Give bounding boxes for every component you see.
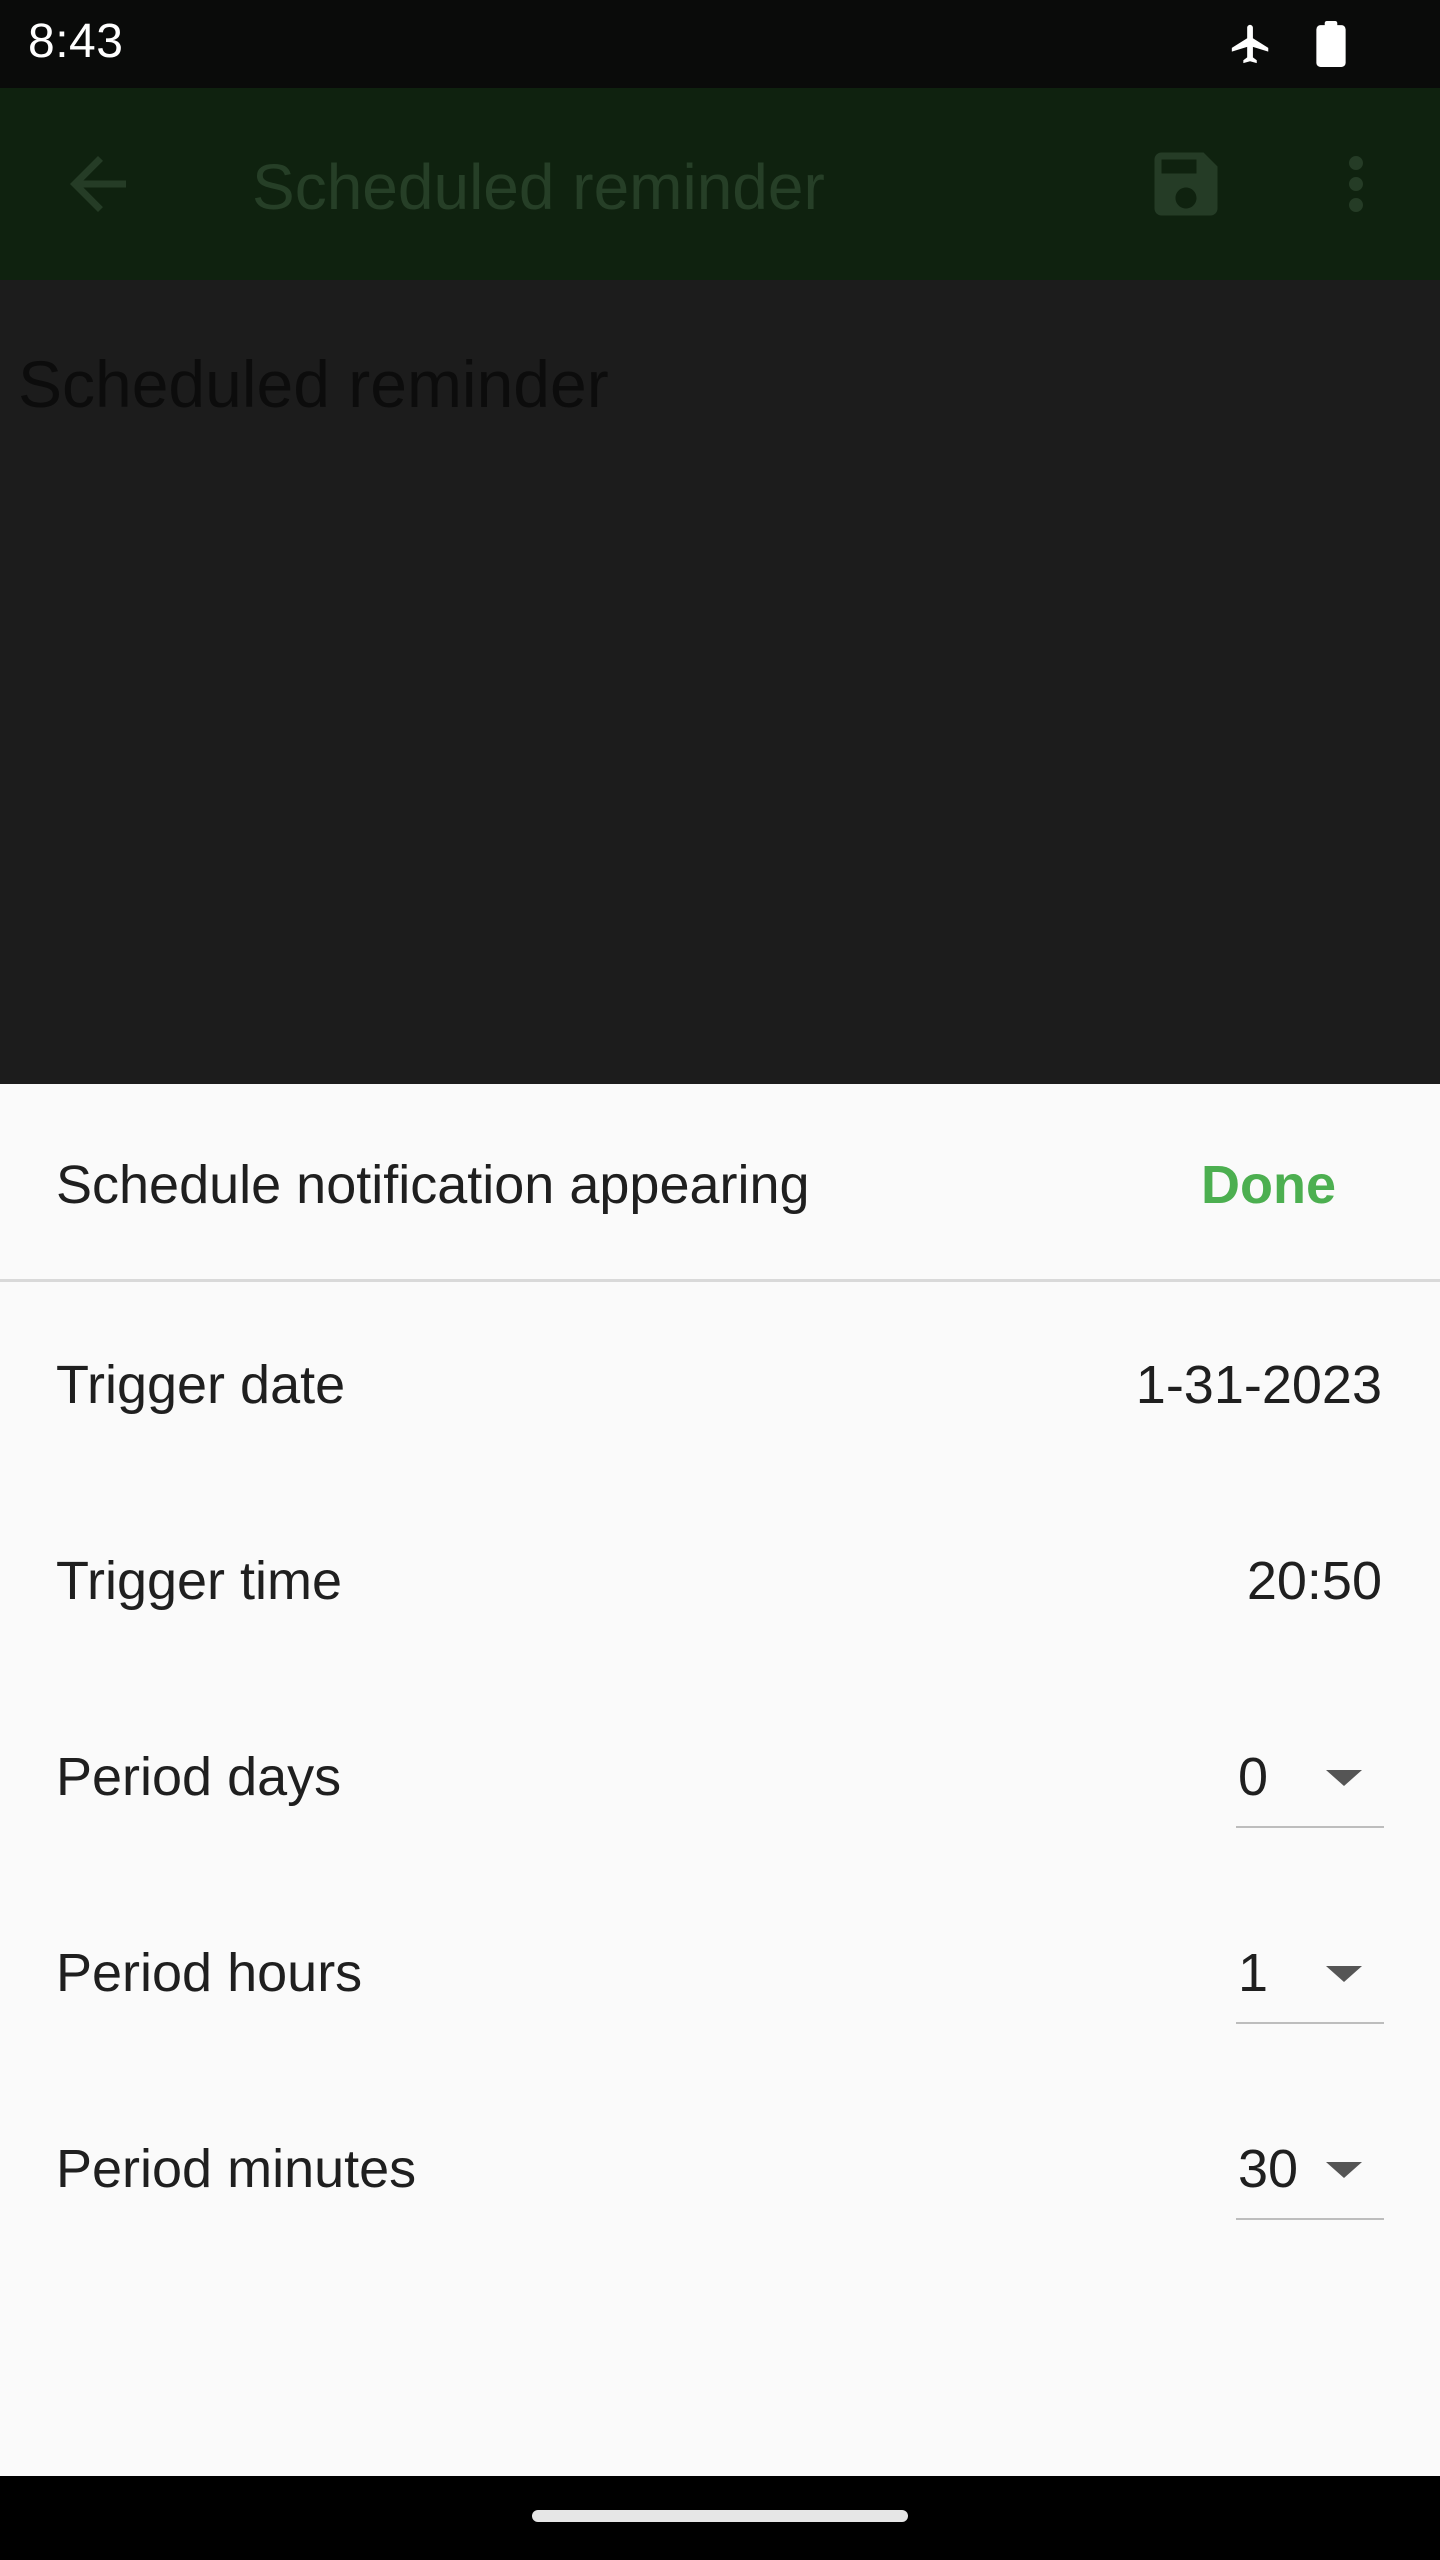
period-minutes-dropdown[interactable]: 30	[1236, 2106, 1384, 2220]
home-handle[interactable]	[532, 2510, 908, 2522]
period-minutes-row: Period minutes 30	[0, 2066, 1440, 2262]
trigger-time-row[interactable]: Trigger time 20:50	[0, 1478, 1440, 1674]
schedule-bottom-sheet: Schedule notification appearing Done Tri…	[0, 1084, 1440, 2476]
trigger-time-label: Trigger time	[56, 1551, 343, 1611]
dropdown-arrow-icon	[1326, 2162, 1362, 2178]
period-hours-dropdown[interactable]: 1	[1236, 1910, 1384, 2024]
period-hours-label: Period hours	[56, 1943, 363, 2003]
app-bar-title: Scheduled reminder	[252, 151, 825, 223]
period-minutes-value: 30	[1238, 2139, 1299, 2199]
airplane-icon	[1228, 21, 1274, 67]
trigger-date-row[interactable]: Trigger date 1-31-2023	[0, 1282, 1440, 1478]
dropdown-arrow-icon	[1326, 1966, 1362, 1982]
dropdown-arrow-icon	[1326, 1770, 1362, 1786]
period-hours-value: 1	[1238, 1943, 1269, 2003]
period-days-value: 0	[1238, 1747, 1269, 1807]
sheet-title: Schedule notification appearing	[56, 1155, 810, 1215]
back-button[interactable]	[56, 142, 140, 226]
done-button[interactable]: Done	[1201, 1154, 1336, 1216]
trigger-date-value[interactable]: 1-31-2023	[1136, 1354, 1382, 1416]
status-time: 8:43	[28, 15, 124, 68]
trigger-time-value[interactable]: 20:50	[1247, 1550, 1382, 1612]
period-days-label: Period days	[56, 1747, 342, 1807]
content-heading: Scheduled reminder	[18, 347, 609, 421]
period-days-dropdown[interactable]: 0	[1236, 1714, 1384, 1828]
back-arrow-icon	[70, 156, 126, 212]
sheet-header: Schedule notification appearing Done	[0, 1084, 1440, 1282]
trigger-date-label: Trigger date	[56, 1355, 346, 1415]
save-button[interactable]	[1144, 142, 1228, 226]
period-minutes-label: Period minutes	[56, 2139, 417, 2199]
status-icons	[1228, 16, 1346, 72]
save-icon	[1154, 152, 1218, 216]
status-bar: 8:43	[0, 0, 1440, 88]
content-area: Scheduled reminder	[0, 280, 1440, 1084]
period-days-row: Period days 0	[0, 1674, 1440, 1870]
app-bar: Scheduled reminder	[0, 88, 1440, 280]
period-hours-row: Period hours 1	[0, 1870, 1440, 2066]
more-options-button[interactable]	[1314, 142, 1398, 226]
battery-icon	[1316, 21, 1346, 67]
more-vert-icon	[1349, 156, 1363, 212]
screen: 8:43 Scheduled reminder Scheduled remind…	[0, 0, 1440, 2560]
navigation-bar	[0, 2476, 1440, 2560]
